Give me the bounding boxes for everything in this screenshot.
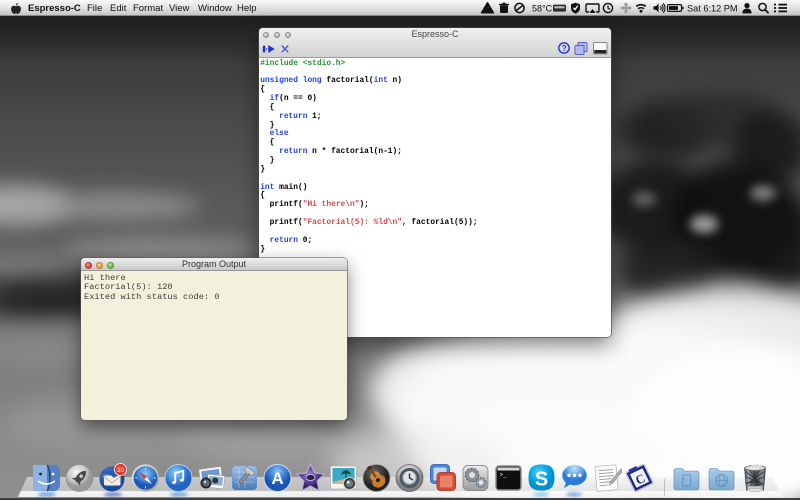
svg-text:S: S	[535, 469, 548, 491]
svg-text:58°C: 58°C	[532, 3, 553, 13]
svg-text:Sat 6:12 PM: Sat 6:12 PM	[687, 3, 738, 13]
svg-text:A: A	[271, 469, 283, 488]
svg-text:>_: >_	[500, 472, 508, 479]
svg-text:?: ?	[562, 44, 567, 53]
svg-text:20: 20	[117, 467, 125, 474]
